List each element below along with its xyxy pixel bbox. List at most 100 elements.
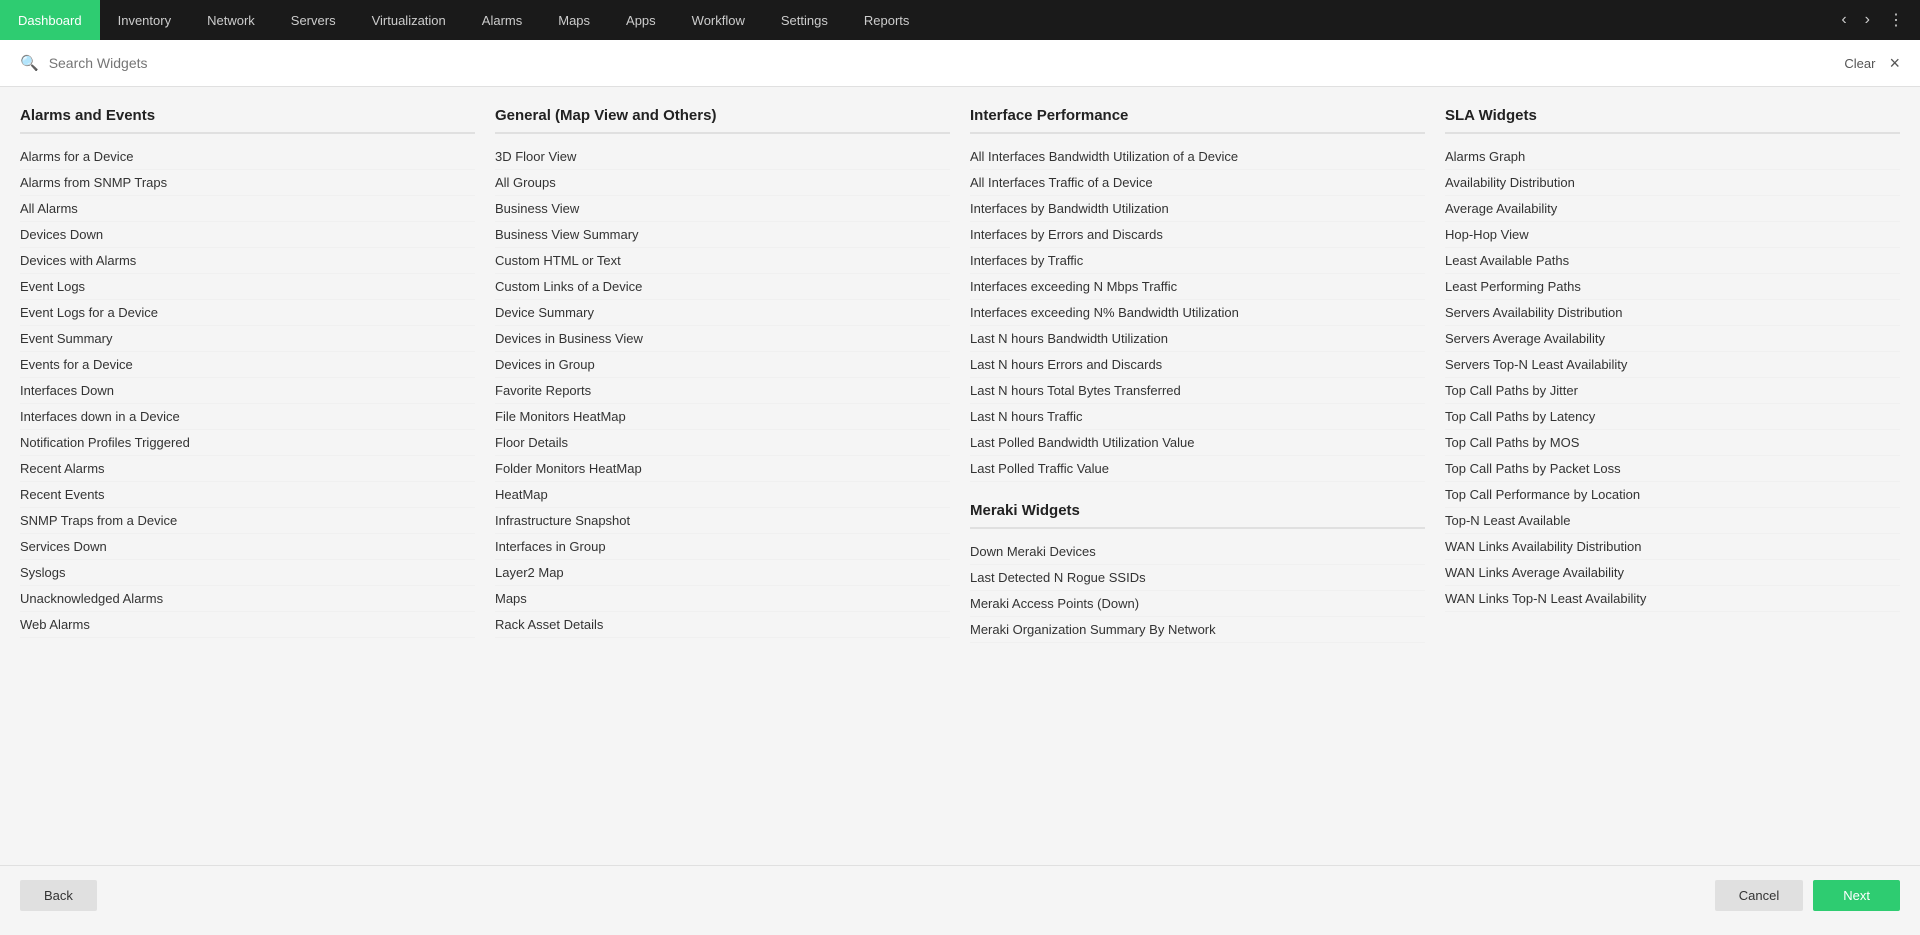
list-item[interactable]: Business View Summary: [495, 222, 950, 248]
list-item[interactable]: HeatMap: [495, 482, 950, 508]
list-item[interactable]: Custom HTML or Text: [495, 248, 950, 274]
list-item[interactable]: Top-N Least Available: [1445, 508, 1900, 534]
list-item[interactable]: File Monitors HeatMap: [495, 404, 950, 430]
list-item[interactable]: Recent Alarms: [20, 456, 475, 482]
nav-alarms[interactable]: Alarms: [464, 0, 540, 40]
list-item[interactable]: Last N hours Traffic: [970, 404, 1425, 430]
nav-prev-btn[interactable]: ‹: [1835, 7, 1852, 33]
list-item[interactable]: Interfaces Down: [20, 378, 475, 404]
nav-menu-btn[interactable]: ⋮: [1882, 6, 1910, 34]
list-item[interactable]: Folder Monitors HeatMap: [495, 456, 950, 482]
list-item[interactable]: Last N hours Bandwidth Utilization: [970, 326, 1425, 352]
widget-list-meraki: Down Meraki Devices Last Detected N Rogu…: [970, 539, 1425, 643]
list-item[interactable]: WAN Links Average Availability: [1445, 560, 1900, 586]
list-item[interactable]: Interfaces exceeding N% Bandwidth Utiliz…: [970, 300, 1425, 326]
list-item[interactable]: All Groups: [495, 170, 950, 196]
list-item[interactable]: Custom Links of a Device: [495, 274, 950, 300]
nav-settings[interactable]: Settings: [763, 0, 846, 40]
list-item[interactable]: Event Logs: [20, 274, 475, 300]
nav-inventory[interactable]: Inventory: [100, 0, 189, 40]
nav-next-btn[interactable]: ›: [1859, 7, 1876, 33]
list-item[interactable]: Alarms Graph: [1445, 144, 1900, 170]
list-item[interactable]: Interfaces by Traffic: [970, 248, 1425, 274]
list-item[interactable]: Last Detected N Rogue SSIDs: [970, 565, 1425, 591]
back-button[interactable]: Back: [20, 880, 97, 911]
list-item[interactable]: Alarms from SNMP Traps: [20, 170, 475, 196]
list-item[interactable]: Recent Events: [20, 482, 475, 508]
list-item[interactable]: All Alarms: [20, 196, 475, 222]
list-item[interactable]: Top Call Paths by MOS: [1445, 430, 1900, 456]
list-item[interactable]: WAN Links Availability Distribution: [1445, 534, 1900, 560]
list-item[interactable]: Interfaces by Bandwidth Utilization: [970, 196, 1425, 222]
list-item[interactable]: Events for a Device: [20, 352, 475, 378]
list-item[interactable]: Web Alarms: [20, 612, 475, 638]
list-item[interactable]: Servers Top-N Least Availability: [1445, 352, 1900, 378]
nav-dashboard[interactable]: Dashboard: [0, 0, 100, 40]
nav-maps[interactable]: Maps: [540, 0, 608, 40]
cancel-button[interactable]: Cancel: [1715, 880, 1803, 911]
list-item[interactable]: Layer2 Map: [495, 560, 950, 586]
list-item[interactable]: 3D Floor View: [495, 144, 950, 170]
list-item[interactable]: Top Call Paths by Packet Loss: [1445, 456, 1900, 482]
list-item[interactable]: Interfaces by Errors and Discards: [970, 222, 1425, 248]
close-button[interactable]: ×: [1889, 54, 1900, 72]
list-item[interactable]: Servers Availability Distribution: [1445, 300, 1900, 326]
list-item[interactable]: Alarms for a Device: [20, 144, 475, 170]
list-item[interactable]: Top Call Paths by Jitter: [1445, 378, 1900, 404]
nav-apps[interactable]: Apps: [608, 0, 674, 40]
widget-list-interface: All Interfaces Bandwidth Utilization of …: [970, 144, 1425, 482]
search-input[interactable]: [49, 55, 1845, 71]
list-item[interactable]: WAN Links Top-N Least Availability: [1445, 586, 1900, 612]
widget-list-alarms-events: Alarms for a Device Alarms from SNMP Tra…: [20, 144, 475, 638]
list-item[interactable]: SNMP Traps from a Device: [20, 508, 475, 534]
list-item[interactable]: Unacknowledged Alarms: [20, 586, 475, 612]
list-item[interactable]: Rack Asset Details: [495, 612, 950, 638]
list-item[interactable]: Availability Distribution: [1445, 170, 1900, 196]
list-item[interactable]: Meraki Access Points (Down): [970, 591, 1425, 617]
column-sla-widgets: SLA Widgets Alarms Graph Availability Di…: [1445, 107, 1900, 855]
list-item[interactable]: Infrastructure Snapshot: [495, 508, 950, 534]
list-item[interactable]: Maps: [495, 586, 950, 612]
list-item[interactable]: Devices in Business View: [495, 326, 950, 352]
list-item[interactable]: Interfaces down in a Device: [20, 404, 475, 430]
category-title-general: General (Map View and Others): [495, 107, 950, 134]
search-bar: 🔍 Clear ×: [0, 40, 1920, 87]
list-item[interactable]: Least Performing Paths: [1445, 274, 1900, 300]
list-item[interactable]: All Interfaces Traffic of a Device: [970, 170, 1425, 196]
nav-network[interactable]: Network: [189, 0, 273, 40]
list-item[interactable]: Interfaces exceeding N Mbps Traffic: [970, 274, 1425, 300]
list-item[interactable]: Business View: [495, 196, 950, 222]
list-item[interactable]: Servers Average Availability: [1445, 326, 1900, 352]
list-item[interactable]: Least Available Paths: [1445, 248, 1900, 274]
list-item[interactable]: Average Availability: [1445, 196, 1900, 222]
list-item[interactable]: Event Logs for a Device: [20, 300, 475, 326]
list-item[interactable]: Hop-Hop View: [1445, 222, 1900, 248]
list-item[interactable]: Interfaces in Group: [495, 534, 950, 560]
list-item[interactable]: Last Polled Traffic Value: [970, 456, 1425, 482]
list-item[interactable]: All Interfaces Bandwidth Utilization of …: [970, 144, 1425, 170]
list-item[interactable]: Event Summary: [20, 326, 475, 352]
list-item[interactable]: Syslogs: [20, 560, 475, 586]
list-item[interactable]: Down Meraki Devices: [970, 539, 1425, 565]
list-item[interactable]: Notification Profiles Triggered: [20, 430, 475, 456]
list-item[interactable]: Last N hours Errors and Discards: [970, 352, 1425, 378]
list-item[interactable]: Last N hours Total Bytes Transferred: [970, 378, 1425, 404]
list-item[interactable]: Devices in Group: [495, 352, 950, 378]
list-item[interactable]: Devices with Alarms: [20, 248, 475, 274]
list-item[interactable]: Device Summary: [495, 300, 950, 326]
list-item[interactable]: Favorite Reports: [495, 378, 950, 404]
list-item[interactable]: Meraki Organization Summary By Network: [970, 617, 1425, 643]
nav-virtualization[interactable]: Virtualization: [354, 0, 464, 40]
clear-button[interactable]: Clear: [1844, 56, 1875, 71]
nav-reports[interactable]: Reports: [846, 0, 928, 40]
nav-servers[interactable]: Servers: [273, 0, 354, 40]
next-button[interactable]: Next: [1813, 880, 1900, 911]
navbar: Dashboard Inventory Network Servers Virt…: [0, 0, 1920, 40]
list-item[interactable]: Devices Down: [20, 222, 475, 248]
list-item[interactable]: Top Call Performance by Location: [1445, 482, 1900, 508]
list-item[interactable]: Last Polled Bandwidth Utilization Value: [970, 430, 1425, 456]
nav-workflow[interactable]: Workflow: [674, 0, 763, 40]
list-item[interactable]: Floor Details: [495, 430, 950, 456]
list-item[interactable]: Services Down: [20, 534, 475, 560]
list-item[interactable]: Top Call Paths by Latency: [1445, 404, 1900, 430]
